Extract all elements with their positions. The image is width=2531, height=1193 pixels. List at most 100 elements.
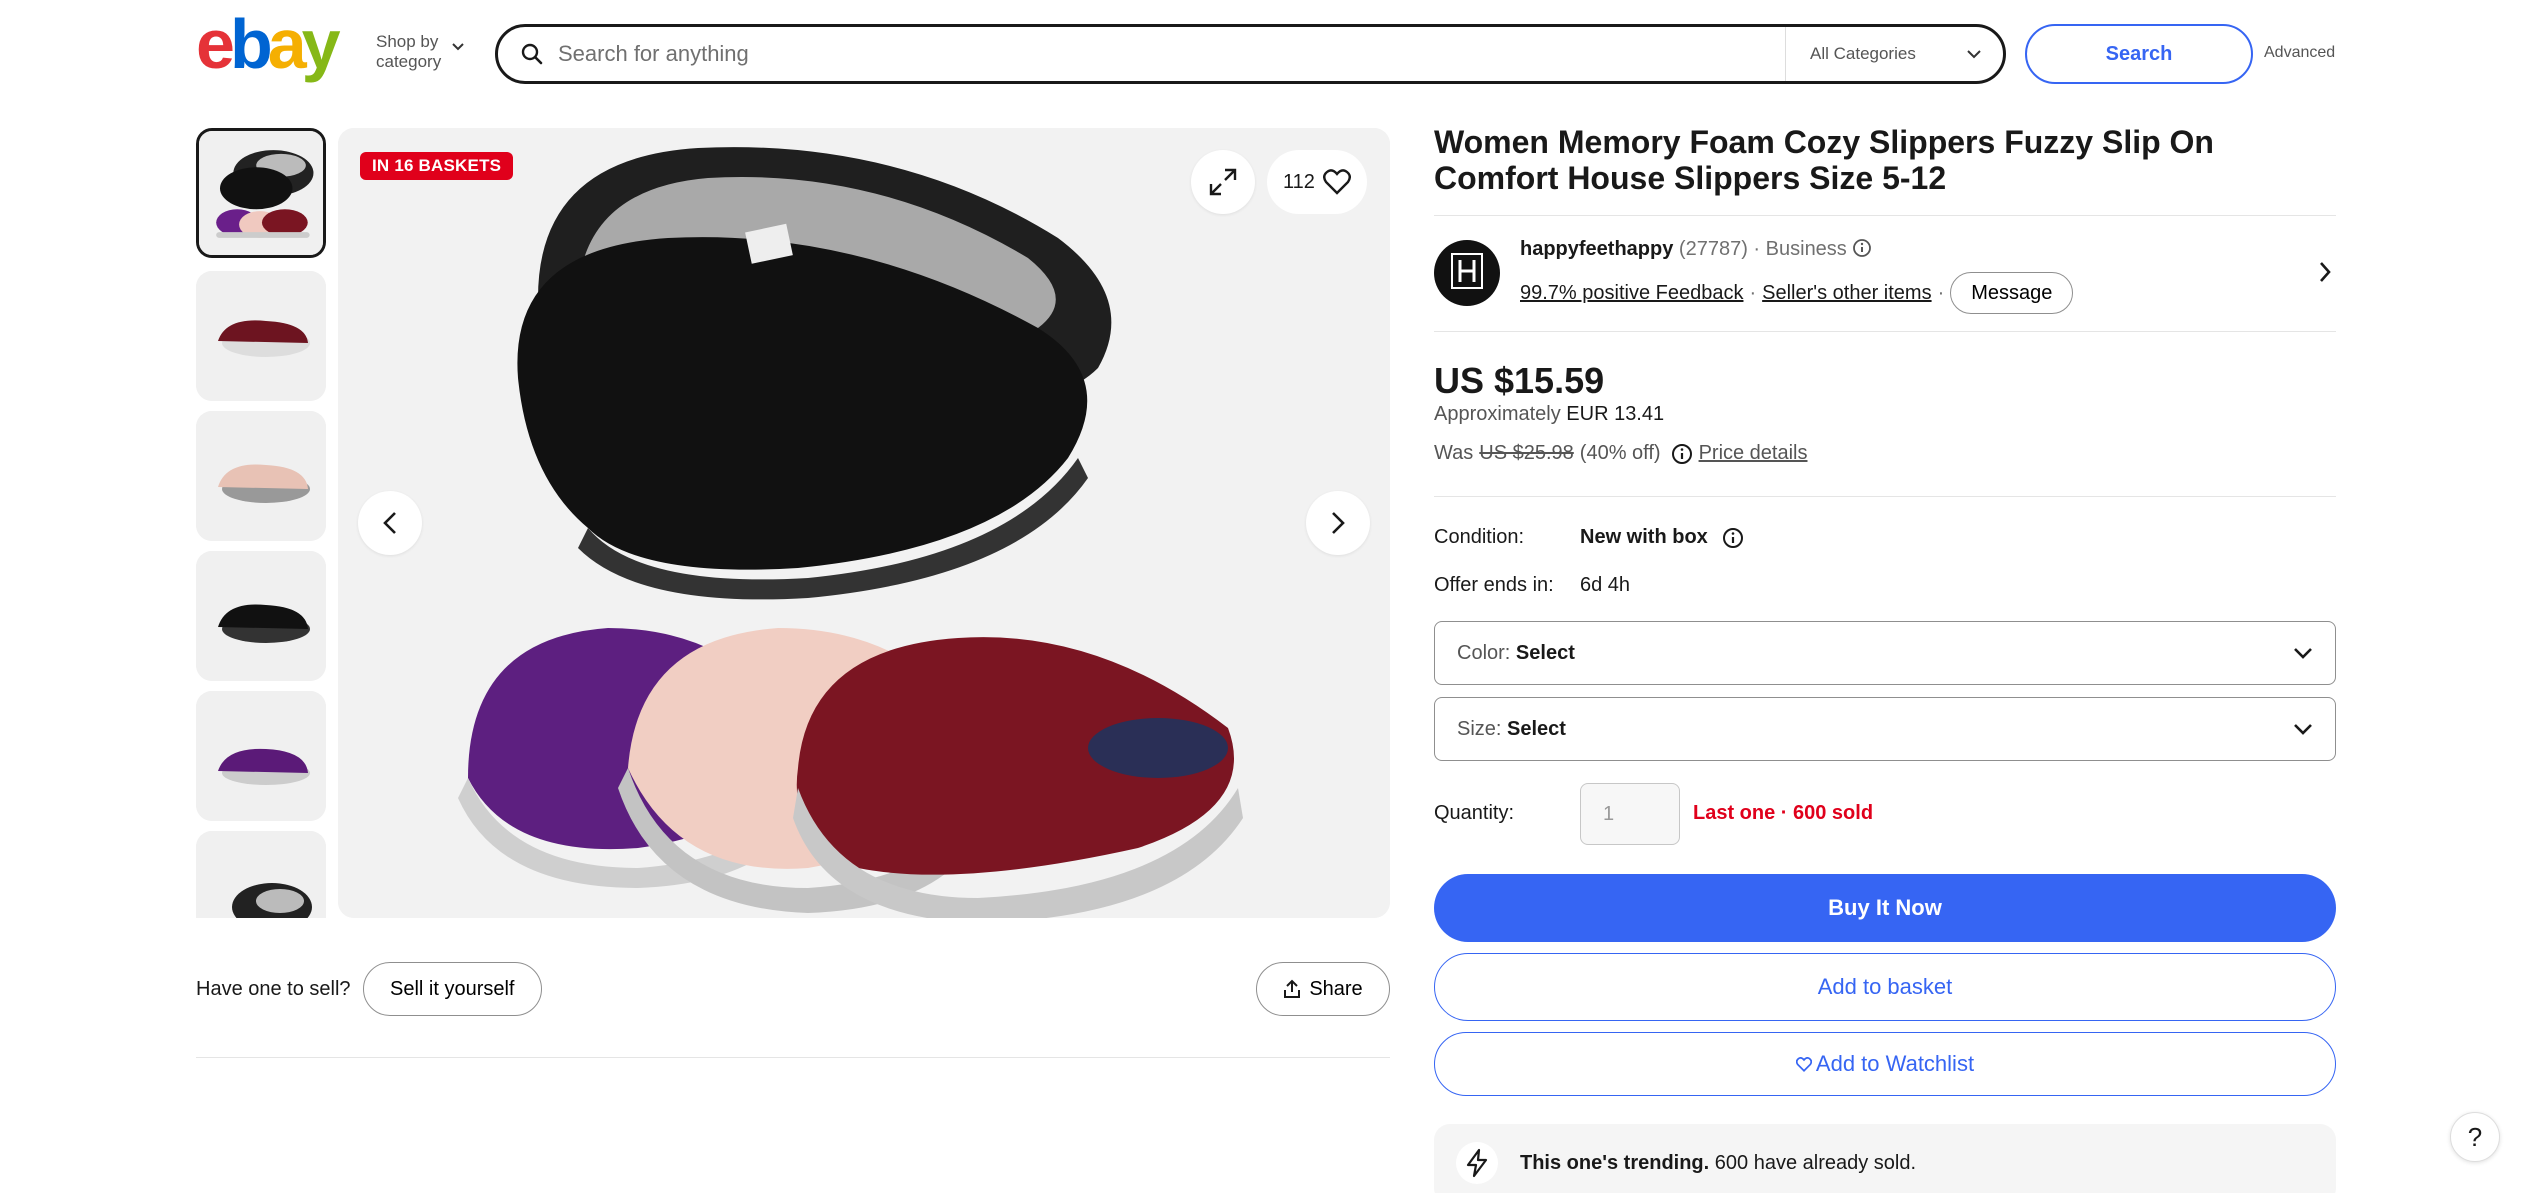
info-icon[interactable]	[1671, 443, 1693, 465]
thumbnail-4[interactable]	[196, 551, 326, 681]
watch-count: 112	[1283, 170, 1315, 193]
svg-text:ebay: ebay	[196, 14, 341, 83]
quantity-status: Last one · 600 sold	[1693, 802, 1874, 824]
main-product-image[interactable]: IN 16 BASKETS 112	[338, 128, 1390, 918]
search-input[interactable]	[558, 41, 1785, 67]
thumbnail-1[interactable]	[196, 128, 326, 258]
burgundy-slipper-icon	[196, 271, 326, 401]
share-icon	[1284, 979, 1301, 998]
in-baskets-badge: IN 16 BASKETS	[360, 152, 514, 180]
separator: ·	[1937, 281, 1945, 304]
chevron-right-icon	[1332, 512, 1345, 534]
chevron-down-icon	[2294, 648, 2312, 659]
sell-prompt: Have one to sell?	[196, 978, 351, 1000]
site-header: ebay Shop by category All Categories Sea…	[0, 0, 2531, 106]
approx-price: Approximately EUR 13.41	[1434, 403, 1664, 426]
trending-text: This one's trending. 600 have already so…	[1520, 1152, 1916, 1175]
thumbnail-3[interactable]	[196, 411, 326, 541]
separator: ·	[1753, 238, 1761, 260]
heart-icon	[1322, 169, 1351, 195]
condition-value: New with box	[1580, 526, 1708, 548]
color-select[interactable]: Color: Select	[1434, 621, 2336, 685]
seller-type: Business	[1765, 238, 1847, 260]
thumbnail-5[interactable]	[196, 691, 326, 821]
category-select[interactable]: All Categories	[1785, 27, 2003, 81]
lightning-icon	[1456, 1142, 1498, 1184]
watch-count-button[interactable]: 112	[1267, 150, 1367, 214]
was-label: Was	[1434, 442, 1474, 464]
quantity-label: Quantity:	[1434, 802, 1515, 824]
was-price: US $25.98	[1479, 442, 1574, 464]
add-to-watchlist-label: Add to Watchlist	[1815, 1051, 1975, 1076]
sell-row: Have one to sell? Sell it yourself Share	[196, 962, 1390, 1018]
message-seller-button[interactable]: Message	[1950, 272, 2074, 314]
thumbnail-6[interactable]	[196, 831, 326, 918]
info-icon[interactable]	[1722, 527, 1744, 549]
seller-name-line: happyfeethappy (27787) · Business	[1520, 238, 1872, 261]
divider	[1434, 496, 2336, 497]
separator: ·	[1749, 281, 1757, 304]
ebay-logo[interactable]: ebay	[196, 14, 358, 84]
divider	[1434, 215, 2336, 216]
help-button[interactable]: ?	[2450, 1112, 2500, 1162]
expand-image-button[interactable]	[1191, 150, 1255, 214]
seller-card: happyfeethappy (27787) · Business 99.7% …	[1434, 230, 2336, 316]
search-button[interactable]: Search	[2025, 24, 2253, 84]
share-button[interactable]: Share	[1256, 962, 1390, 1016]
divider	[1434, 331, 2336, 332]
shop-by-category[interactable]: Shop by category	[376, 32, 464, 72]
size-select-label: Size:	[1457, 717, 1502, 740]
size-select[interactable]: Size: Select	[1434, 697, 2336, 761]
color-select-value: Select	[1515, 641, 1575, 664]
previous-image-button[interactable]	[358, 491, 422, 555]
chevron-left-icon	[383, 512, 396, 534]
chevron-right-icon[interactable]	[2318, 260, 2332, 284]
chevron-down-icon	[452, 43, 464, 51]
discount: (40% off)	[1579, 442, 1661, 464]
sell-it-yourself-button[interactable]: Sell it yourself	[363, 962, 542, 1016]
color-select-label: Color:	[1457, 641, 1511, 664]
trending-detail: 600 have already sold.	[1714, 1152, 1917, 1174]
was-price-row: Was US $25.98 (40% off) Price details	[1434, 442, 1808, 465]
advanced-search-link[interactable]: Advanced	[2264, 44, 2335, 62]
condition-value-row: New with box	[1580, 526, 1744, 549]
share-label: Share	[1309, 977, 1363, 1000]
seller-other-items-link[interactable]: Seller's other items	[1762, 282, 1931, 305]
offer-ends-label: Offer ends in:	[1434, 574, 1554, 596]
purple-slipper-icon	[196, 691, 326, 821]
expand-icon	[1209, 168, 1237, 196]
seller-feedback-count: (27787)	[1678, 238, 1748, 260]
trending-headline: This one's trending.	[1520, 1152, 1710, 1174]
multi-color-slippers-icon	[199, 131, 323, 255]
seller-name[interactable]: happyfeethappy	[1520, 238, 1673, 260]
offer-ends-value: 6d 4h	[1580, 574, 1631, 596]
add-to-basket-button[interactable]: Add to basket	[1434, 953, 2336, 1021]
add-to-watchlist-button[interactable]: Add to Watchlist	[1434, 1032, 2336, 1096]
search-icon	[521, 43, 543, 65]
thumbnail-2[interactable]	[196, 271, 326, 401]
positive-feedback-link[interactable]: 99.7% positive Feedback	[1520, 282, 1743, 305]
divider	[196, 1057, 1390, 1058]
trending-banner: This one's trending. 600 have already so…	[1434, 1124, 2336, 1193]
shop-by-label-2: category	[376, 52, 442, 71]
item-price: US $15.59	[1434, 360, 1605, 401]
condition-label: Condition:	[1434, 526, 1525, 548]
product-title: Women Memory Foam Cozy Slippers Fuzzy Sl…	[1434, 124, 2214, 196]
price-details-link[interactable]: Price details	[1699, 442, 1808, 465]
size-select-value: Select	[1507, 717, 1566, 740]
approx-value: EUR 13.41	[1566, 403, 1665, 425]
heart-icon	[1795, 1056, 1812, 1072]
quantity-input[interactable]	[1580, 783, 1680, 845]
pink-slipper-icon	[196, 411, 326, 541]
thumbnail-strip	[196, 128, 326, 918]
black-slipper-icon	[196, 551, 326, 681]
seller-logo-icon	[1451, 253, 1483, 289]
product-photo	[338, 128, 1390, 918]
info-icon[interactable]	[1852, 238, 1872, 258]
seller-links: 99.7% positive Feedback · Seller's other…	[1520, 272, 2074, 314]
next-image-button[interactable]	[1306, 491, 1370, 555]
seller-avatar[interactable]	[1434, 240, 1500, 306]
chevron-down-icon	[2294, 724, 2312, 735]
buy-it-now-button[interactable]: Buy It Now	[1434, 874, 2336, 942]
category-select-label: All Categories	[1810, 44, 1916, 63]
